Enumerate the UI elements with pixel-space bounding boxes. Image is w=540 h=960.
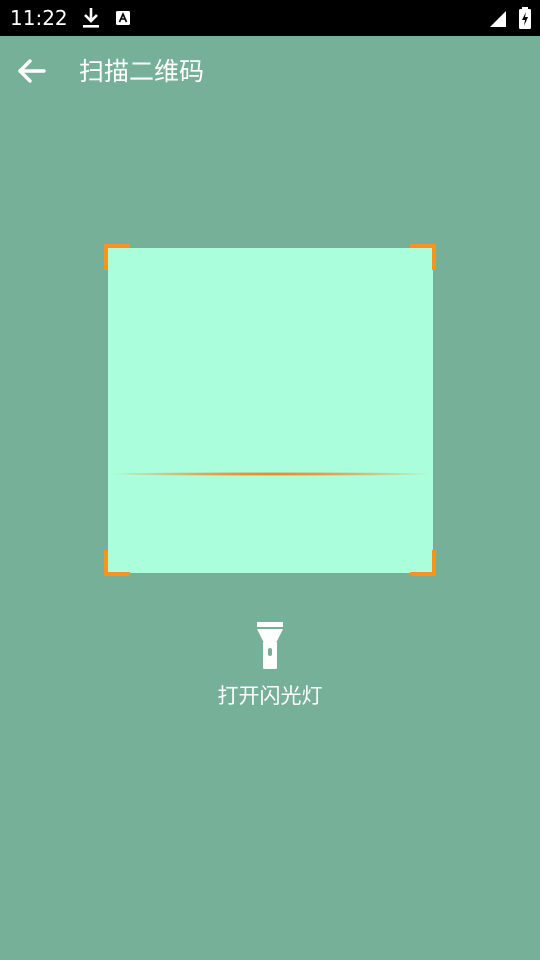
back-button[interactable] <box>6 48 54 96</box>
scan-frame <box>108 248 433 573</box>
download-icon <box>83 8 99 28</box>
signal-icon <box>490 11 506 27</box>
status-bar: 11:22 <box>0 0 540 36</box>
toolbar: 扫描二维码 <box>0 36 540 108</box>
arrow-left-icon <box>18 59 46 83</box>
scan-frame-corner-bottom-right <box>410 550 436 576</box>
scan-frame-corner-top-left <box>104 244 130 270</box>
scan-line <box>112 472 429 476</box>
a-icon <box>116 11 130 25</box>
page-title: 扫描二维码 <box>79 57 205 86</box>
status-time: 11:22 <box>10 6 68 30</box>
scan-frame-corner-top-right <box>410 244 436 270</box>
flashlight-label: 打开闪光灯 <box>217 684 323 708</box>
scan-frame-corner-bottom-left <box>104 550 130 576</box>
battery-charging-icon <box>519 7 531 29</box>
flashlight-toggle[interactable]: 打开闪光灯 <box>200 616 340 716</box>
flashlight-icon <box>257 622 283 669</box>
